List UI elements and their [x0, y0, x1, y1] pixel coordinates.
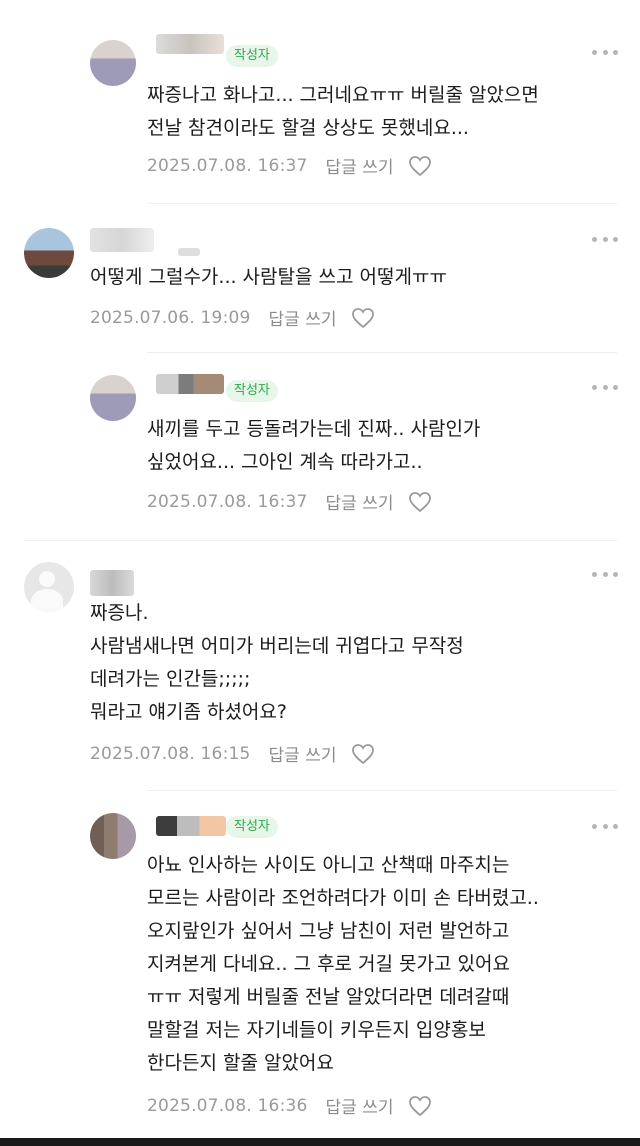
- comment-text: 어떻게 그럴수가... 사람탈을 쓰고 어떻게ㅠㅠ: [90, 266, 447, 288]
- heart-icon[interactable]: [351, 307, 375, 329]
- avatar[interactable]: [24, 228, 74, 278]
- username-blurred[interactable]: [90, 570, 134, 596]
- comment-meta: 2025.07.06. 19:09 답글 쓰기: [90, 305, 375, 330]
- comment-meta: 2025.07.08. 16:36 답글 쓰기: [147, 1093, 432, 1118]
- heart-icon[interactable]: [408, 491, 432, 513]
- username-blurred[interactable]: [156, 34, 224, 54]
- reply-button[interactable]: 답글 쓰기: [269, 305, 337, 330]
- author-badge: 작성자: [226, 45, 278, 67]
- reply-button[interactable]: 답글 쓰기: [326, 153, 394, 178]
- divider: [147, 203, 617, 204]
- comment-text: 짜증나고 화나고... 그러네요ㅠㅠ 버릴줄 알았으면 전날 참견이라도 할걸 …: [147, 84, 539, 139]
- default-avatar-icon: [39, 571, 55, 587]
- divider: [147, 352, 617, 353]
- avatar[interactable]: [24, 562, 74, 612]
- reply-button[interactable]: 답글 쓰기: [326, 1093, 394, 1118]
- author-badge: 작성자: [226, 380, 278, 402]
- username-blurred[interactable]: [156, 816, 226, 836]
- more-dots-icon[interactable]: [592, 48, 618, 56]
- comment-date: 2025.07.08. 16:36: [147, 1095, 308, 1116]
- avatar[interactable]: [90, 40, 136, 86]
- heart-icon[interactable]: [408, 155, 432, 177]
- divider: [24, 540, 617, 541]
- username-blurred: [178, 248, 200, 256]
- more-dots-icon[interactable]: [592, 383, 618, 391]
- comment-text: 짜증나. 사람냄새나면 어미가 버리는데 귀엽다고 무작정 데려가는 인간들;;…: [90, 602, 464, 723]
- heart-icon[interactable]: [351, 743, 375, 765]
- username-blurred[interactable]: [90, 228, 154, 252]
- comment-text: 새끼를 두고 등돌려가는데 진짜.. 사람인가 싶었어요... 그아인 계속 따…: [147, 418, 481, 473]
- more-dots-icon[interactable]: [592, 235, 618, 243]
- default-avatar-icon: [31, 589, 63, 612]
- more-dots-icon[interactable]: [592, 822, 618, 830]
- comment-meta: 2025.07.08. 16:37 답글 쓰기: [147, 489, 432, 514]
- comment-date: 2025.07.08. 16:37: [147, 491, 308, 512]
- comment-date: 2025.07.08. 16:15: [90, 743, 251, 764]
- comment-text: 아뇨 인사하는 사이도 아니고 산책때 마주치는 모르는 사람이라 조언하려다가…: [147, 854, 539, 1074]
- comment-meta: 2025.07.08. 16:37 답글 쓰기: [147, 153, 432, 178]
- more-dots-icon[interactable]: [592, 570, 618, 578]
- comment-date: 2025.07.08. 16:37: [147, 155, 308, 176]
- reply-button[interactable]: 답글 쓰기: [326, 489, 394, 514]
- bottom-edge-bar: [0, 1138, 640, 1146]
- username-blurred[interactable]: [156, 374, 224, 394]
- divider: [147, 790, 617, 791]
- avatar[interactable]: [90, 813, 136, 859]
- comment-date: 2025.07.06. 19:09: [90, 307, 251, 328]
- avatar[interactable]: [90, 375, 136, 421]
- comment-meta: 2025.07.08. 16:15 답글 쓰기: [90, 741, 375, 766]
- reply-button[interactable]: 답글 쓰기: [269, 741, 337, 766]
- author-badge: 작성자: [226, 816, 278, 838]
- heart-icon[interactable]: [408, 1095, 432, 1117]
